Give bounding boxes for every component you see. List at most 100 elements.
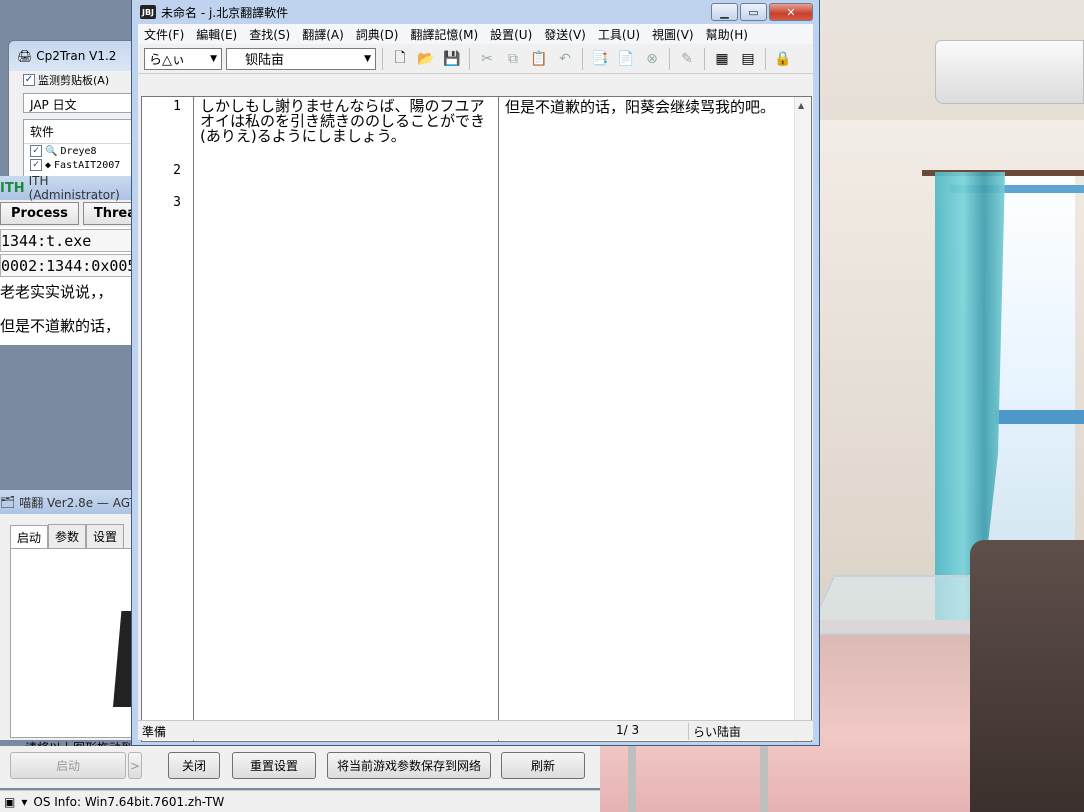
save-params-button[interactable]: 将当前游戏参数保存到网络 bbox=[327, 752, 491, 779]
menu-edit[interactable]: 編輯(E) bbox=[190, 26, 243, 43]
ith-titlebar: ITH ITH (Administrator) bbox=[0, 174, 140, 202]
translate-doc-icon[interactable]: 📑 bbox=[589, 48, 611, 70]
cut-icon[interactable]: ✂ bbox=[476, 48, 498, 70]
status-dictionary: らい陆亩 bbox=[688, 723, 741, 740]
tab-params[interactable]: 参数 bbox=[48, 524, 87, 548]
list-item[interactable]: ✓ ◆ FastAIT2007 bbox=[24, 158, 144, 172]
ith-text-line: 老老实实说说，， bbox=[0, 277, 140, 311]
background-air-conditioner bbox=[935, 40, 1084, 104]
start-button[interactable]: 启动 bbox=[10, 752, 126, 779]
toolbar-separator bbox=[704, 47, 705, 70]
undo-icon[interactable]: ↶ bbox=[554, 48, 576, 70]
paste-icon[interactable]: 📋 bbox=[528, 48, 550, 70]
dictionary-icon[interactable]: ✎ bbox=[676, 48, 698, 70]
agth-tabs: 启动 参数 设置 bbox=[0, 524, 140, 549]
list-item[interactable]: ✓ 🔍 Dreye8 bbox=[24, 144, 144, 158]
export-icon[interactable]: ▤ bbox=[737, 48, 759, 70]
printer-icon: 🖨 bbox=[17, 49, 33, 63]
toolbar-separator bbox=[469, 47, 470, 70]
agth-launcher-window: 🗂 喵翻 Ver2.8e — AGT 启动 参数 设置 请将以上图形拖动到 bbox=[0, 490, 141, 755]
copy-icon[interactable]: ⧉ bbox=[502, 48, 524, 70]
status-bar: 準備 1/ 3 らい陆亩 bbox=[138, 720, 813, 740]
jbeijing-app-icon: JBJ bbox=[140, 5, 156, 19]
translate-selection-icon[interactable]: 📄 bbox=[615, 48, 637, 70]
close-icon[interactable]: ✕ bbox=[769, 3, 813, 21]
folder-icon: 🗂 bbox=[0, 495, 16, 509]
mode-dropdown[interactable]: ら△ぃ ▼ bbox=[144, 47, 222, 70]
toolbar-separator bbox=[765, 47, 766, 70]
new-file-icon[interactable]: 🗋 bbox=[389, 48, 411, 70]
menu-help[interactable]: 幫助(H) bbox=[700, 26, 754, 43]
thread-select[interactable]: 0002:1344:0x005 bbox=[0, 254, 140, 277]
reset-settings-button[interactable]: 重置设置 bbox=[232, 752, 316, 779]
target-text-pane[interactable]: 但是不道歉的话，阳葵会继续骂我的吧。 bbox=[502, 97, 794, 741]
checkbox-checked-icon[interactable]: ✓ bbox=[30, 159, 42, 171]
language-select[interactable]: JAP 日文 bbox=[23, 93, 145, 113]
cp2tran-title: 🖨 Cp2Tran V1.2 bbox=[17, 49, 117, 63]
checkbox-checked-icon: ✓ bbox=[23, 74, 35, 86]
os-info-bar: ▣ ▾ OS Info: Win7.64bit.7601.zh-TW bbox=[0, 790, 600, 812]
toolbar-separator bbox=[582, 47, 583, 70]
menu-view[interactable]: 視圖(V) bbox=[646, 26, 700, 43]
close-button[interactable]: 关闭 bbox=[168, 752, 220, 779]
process-button[interactable]: Process bbox=[0, 202, 79, 225]
menu-translation-memory[interactable]: 翻譯記憶(M) bbox=[404, 26, 484, 43]
menu-send[interactable]: 發送(V) bbox=[538, 26, 592, 43]
line-number: 1 bbox=[173, 99, 181, 114]
memory-icon[interactable]: ▦ bbox=[711, 48, 733, 70]
minimize-icon[interactable]: ▁ bbox=[711, 3, 738, 21]
caption-buttons: ▁ ▭ ✕ bbox=[711, 3, 813, 21]
expand-arrow-button[interactable]: > bbox=[128, 752, 142, 779]
translation-editor[interactable]: 1 2 3 しかしもし謝りませんならば、陽のフユアオイは私のを引き続きののしるこ… bbox=[141, 96, 812, 742]
line-number: 2 bbox=[173, 163, 181, 178]
status-position: 1/ 3 bbox=[616, 723, 640, 737]
toolbar-separator bbox=[669, 47, 670, 70]
line-number: 3 bbox=[173, 195, 181, 210]
window-title: 未命名 - j.北京翻譯軟件 bbox=[161, 5, 289, 20]
software-list: 软件 ✓ 🔍 Dreye8 ✓ ◆ FastAIT2007 bbox=[23, 119, 145, 181]
process-select[interactable]: 1344:t.exe bbox=[0, 229, 140, 252]
scroll-up-icon[interactable]: ▲ bbox=[798, 101, 804, 110]
status-ready: 準備 bbox=[142, 725, 167, 739]
monitor-clipboard-checkbox[interactable]: ✓ 监测剪贴板(A) bbox=[23, 72, 109, 88]
stop-icon[interactable]: ⊗ bbox=[641, 48, 663, 70]
agth-titlebar: 🗂 喵翻 Ver2.8e — AGT bbox=[0, 490, 140, 514]
ith-text-line: 但是不道歉的话， bbox=[0, 311, 140, 345]
ith-button-row: Process Threa bbox=[0, 200, 147, 227]
toolbar: ら△ぃ ▼ 钡陆亩 ▼ 🗋 📂 💾 ✂ ⧉ 📋 ↶ 📑 📄 ⊗ ✎ ▦ ▤ 🔒 bbox=[138, 44, 813, 74]
menu-tools[interactable]: 工具(U) bbox=[592, 26, 646, 43]
checkbox-checked-icon[interactable]: ✓ bbox=[30, 145, 42, 157]
refresh-button[interactable]: 刷新 bbox=[501, 752, 585, 779]
menu-dictionary[interactable]: 詞典(D) bbox=[350, 26, 405, 43]
menu-translate[interactable]: 翻譯(A) bbox=[296, 26, 350, 43]
source-text-pane[interactable]: しかしもし謝りませんならば、陽のフユアオイは私のを引き続きののしることができ(あ… bbox=[197, 97, 499, 741]
ith-window: ITH ITH (Administrator) Process Threa 13… bbox=[0, 174, 147, 345]
agth-panel: 请将以上图形拖动到 bbox=[10, 548, 141, 755]
dictionary-dropdown[interactable]: 钡陆亩 ▼ bbox=[226, 47, 376, 70]
background-window-frame bbox=[995, 410, 1084, 424]
target-line[interactable]: 但是不道歉的话，阳葵会继续骂我的吧。 bbox=[505, 99, 791, 115]
open-folder-icon[interactable]: 📂 bbox=[415, 48, 437, 70]
source-line[interactable]: しかしもし謝りませんならば、陽のフユアオイは私のを引き続きののしることができ(あ… bbox=[200, 99, 495, 144]
menu-settings[interactable]: 設置(U) bbox=[484, 26, 538, 43]
software-list-header: 软件 bbox=[24, 120, 144, 144]
lock-icon[interactable]: 🔒 bbox=[772, 48, 794, 70]
dictionary-icon: 🔍 bbox=[45, 145, 58, 157]
menu-bar: 文件(F) 編輯(E) 查找(S) 翻譯(A) 詞典(D) 翻譯記憶(M) 設置… bbox=[138, 24, 813, 44]
menu-file[interactable]: 文件(F) bbox=[138, 26, 190, 43]
tab-start[interactable]: 启动 bbox=[10, 525, 49, 549]
launcher-button-bar: 启动 > 关闭 重置设置 将当前游戏参数保存到网络 刷新 bbox=[0, 746, 600, 788]
ith-logo-icon: ITH bbox=[0, 180, 25, 196]
jbeijing-client-area: 文件(F) 編輯(E) 查找(S) 翻譯(A) 詞典(D) 翻譯記憶(M) 設置… bbox=[138, 24, 813, 742]
chevron-down-icon: ▼ bbox=[364, 53, 371, 64]
jbeijing-window: JBJ 未命名 - j.北京翻譯軟件 ▁ ▭ ✕ 文件(F) 編輯(E) 查找(… bbox=[131, 0, 820, 746]
menu-find[interactable]: 查找(S) bbox=[243, 26, 296, 43]
chevron-down-icon[interactable]: ▾ bbox=[21, 795, 27, 809]
app-icon: ◆ bbox=[45, 159, 52, 171]
tab-settings[interactable]: 设置 bbox=[86, 524, 125, 548]
maximize-icon[interactable]: ▭ bbox=[740, 3, 767, 21]
save-icon[interactable]: 💾 bbox=[441, 48, 463, 70]
chevron-down-icon: ▼ bbox=[210, 53, 217, 64]
vertical-scrollbar[interactable]: ▲ ▼ bbox=[794, 97, 811, 741]
console-icon: ▣ bbox=[4, 794, 16, 809]
